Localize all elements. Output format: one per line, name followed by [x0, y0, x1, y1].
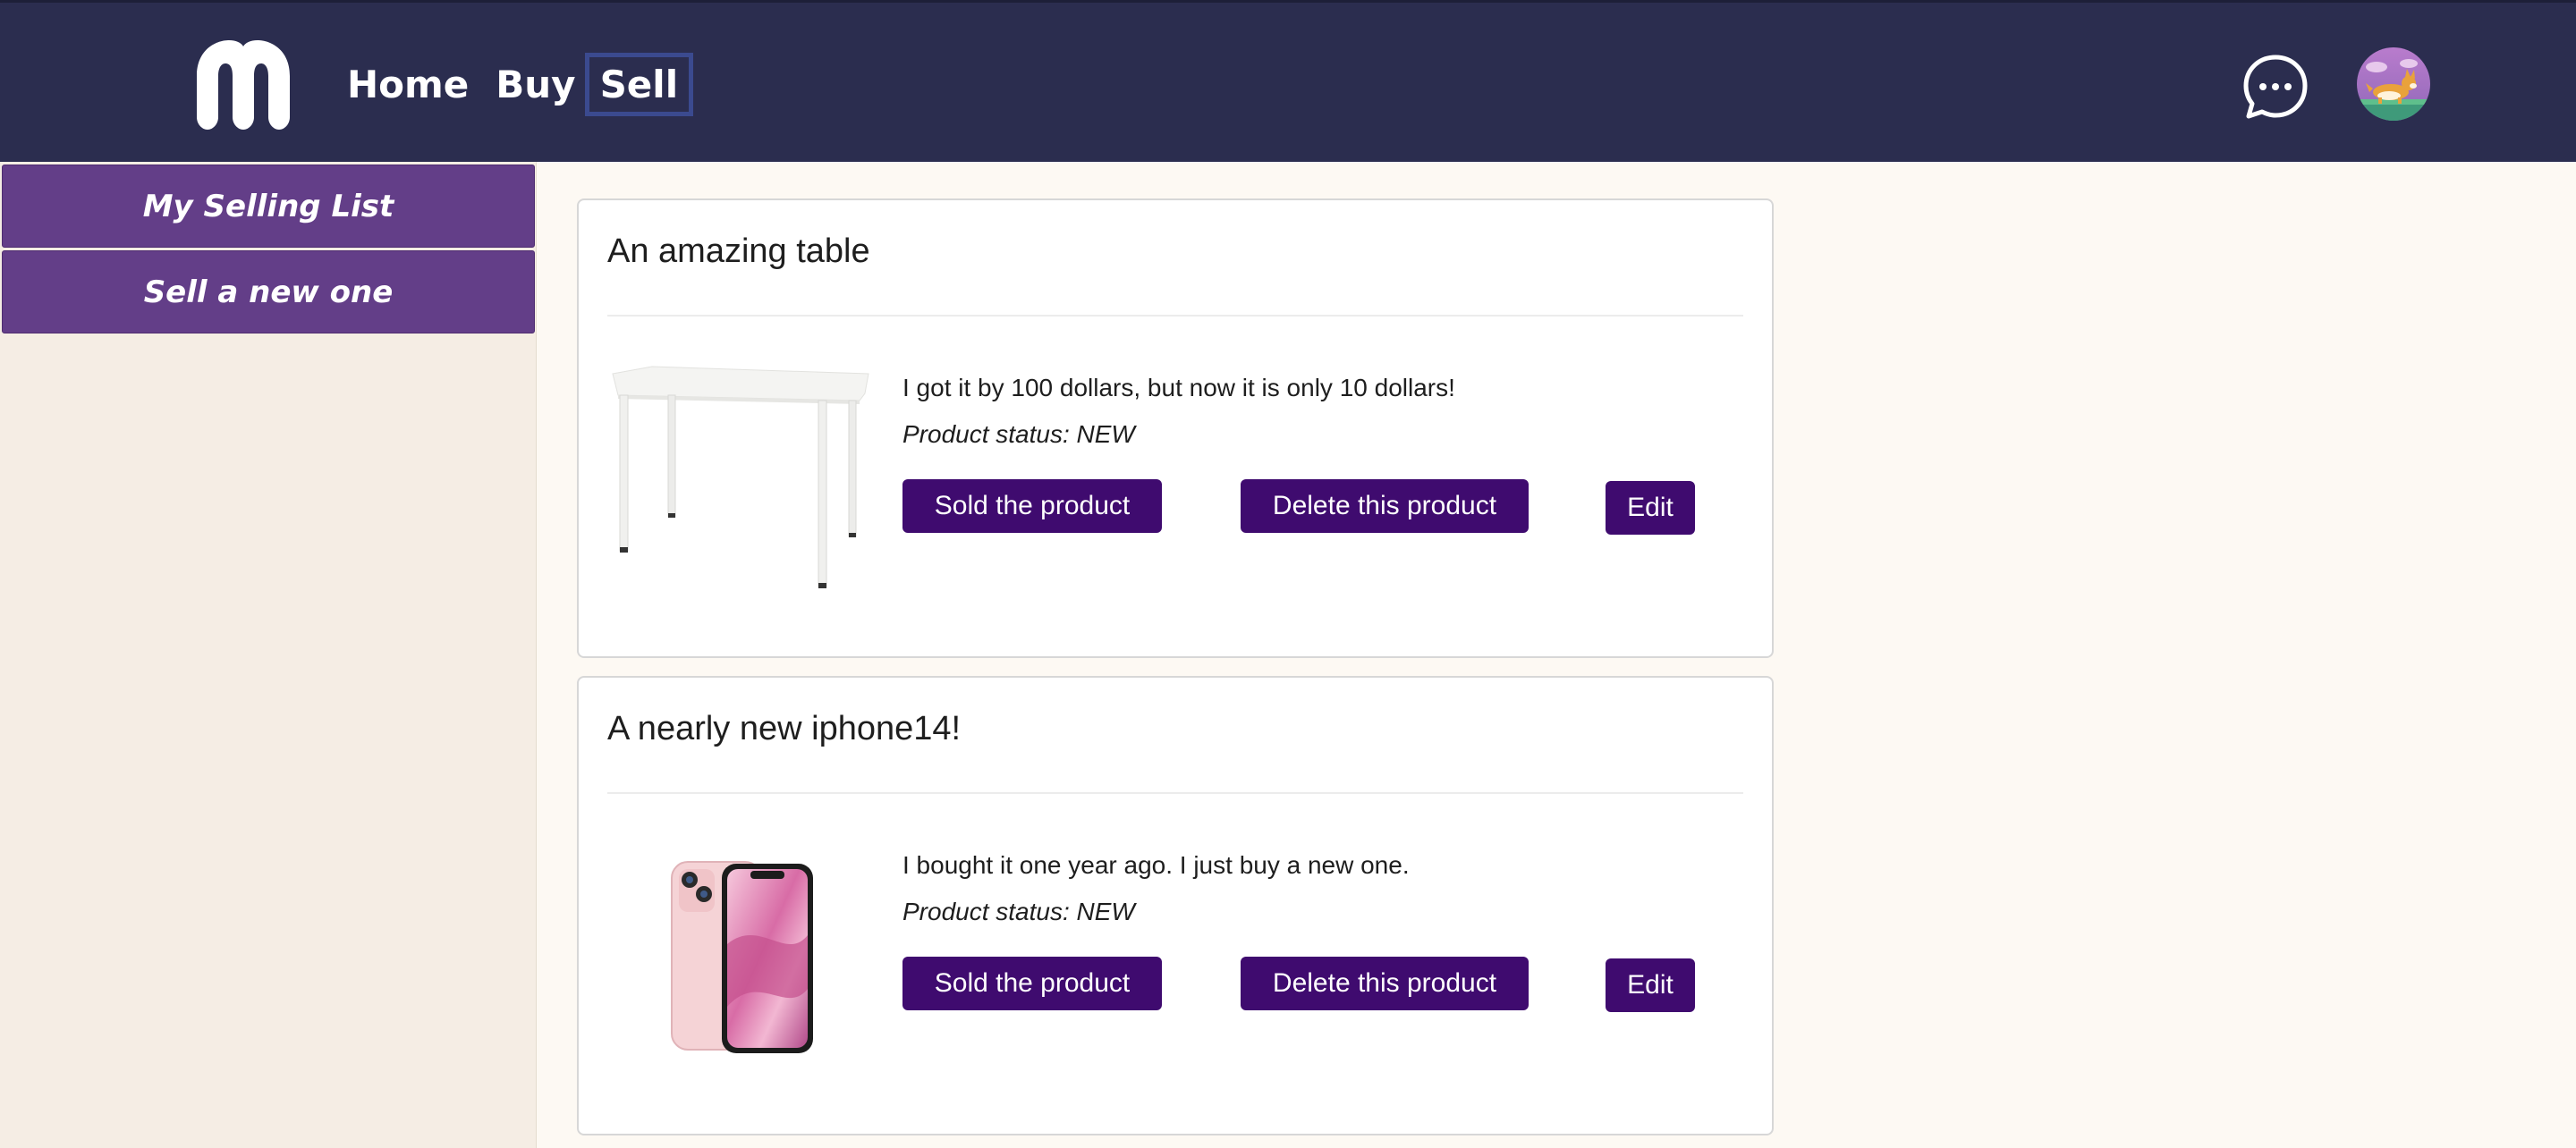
- sold-product-button[interactable]: Sold the product: [902, 957, 1162, 1010]
- product-status: Product status: NEW: [902, 898, 1135, 925]
- nav-sell-link[interactable]: Sell: [584, 53, 694, 116]
- table-image: [607, 359, 870, 592]
- product-title: A nearly new iphone14!: [607, 710, 962, 747]
- logo-icon[interactable]: [197, 40, 290, 130]
- sidebar-item-my-selling-list[interactable]: My Selling List: [2, 165, 535, 248]
- product-description: I bought it one year ago. I just buy a n…: [902, 851, 1410, 879]
- product-card: A nearly new iphone14! I bought it one y…: [577, 676, 1774, 1135]
- delete-product-button[interactable]: Delete this product: [1241, 957, 1529, 1010]
- delete-product-button[interactable]: Delete this product: [1241, 479, 1529, 533]
- sold-product-button[interactable]: Sold the product: [902, 479, 1162, 533]
- product-card: An amazing table I got it by 100 dollars…: [577, 198, 1774, 658]
- edit-product-button[interactable]: Edit: [1606, 958, 1695, 1012]
- nav-home-link[interactable]: Home: [347, 63, 469, 106]
- iphone-image: [607, 837, 870, 1069]
- sidebar-item-sell-new[interactable]: Sell a new one: [2, 250, 535, 333]
- divider: [607, 792, 1743, 794]
- product-description: I got it by 100 dollars, but now it is o…: [902, 374, 1455, 401]
- main-nav: Home Buy Sell: [345, 53, 694, 116]
- user-avatar[interactable]: [2357, 47, 2430, 121]
- sidebar: My Selling List Sell a new one: [0, 162, 537, 1148]
- top-navbar: Home Buy Sell: [0, 0, 2576, 162]
- edit-product-button[interactable]: Edit: [1606, 481, 1695, 535]
- product-status: Product status: NEW: [902, 420, 1135, 448]
- nav-buy-link[interactable]: Buy: [496, 63, 575, 106]
- chat-icon[interactable]: [2241, 53, 2309, 121]
- divider: [607, 315, 1743, 317]
- product-title: An amazing table: [607, 232, 870, 270]
